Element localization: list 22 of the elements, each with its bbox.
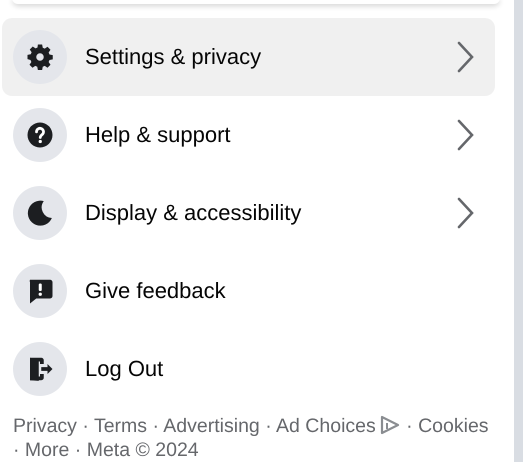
footer-link[interactable]: Cookies <box>418 415 489 437</box>
footer-link[interactable]: Ad Choices <box>276 415 376 437</box>
separator-dot: · <box>74 439 82 461</box>
adchoices-icon <box>378 415 401 435</box>
separator-dot: · <box>13 439 20 461</box>
menu-item[interactable]: Give feedback <box>2 252 495 330</box>
footer-link[interactable]: Advertising <box>163 415 260 437</box>
menu-item[interactable]: Settings & privacy <box>2 18 495 96</box>
scrollbar[interactable] <box>514 0 523 462</box>
gear-icon <box>25 42 55 72</box>
menu-item[interactable]: Help & support <box>2 96 495 174</box>
separator-dot: · <box>406 415 413 437</box>
footer-link[interactable]: Terms <box>94 415 148 437</box>
menu-item[interactable]: Display & accessibility <box>2 174 495 252</box>
copyright-text: Meta © 2024 <box>86 439 199 461</box>
question-icon <box>25 120 55 150</box>
separator-dot: · <box>82 415 89 437</box>
footer-link[interactable]: More <box>24 439 70 461</box>
menu-item[interactable]: Log Out <box>2 330 495 408</box>
separator-dot: · <box>152 415 159 437</box>
separator-dot: · <box>265 415 272 437</box>
footer-link[interactable]: Privacy <box>13 415 77 437</box>
